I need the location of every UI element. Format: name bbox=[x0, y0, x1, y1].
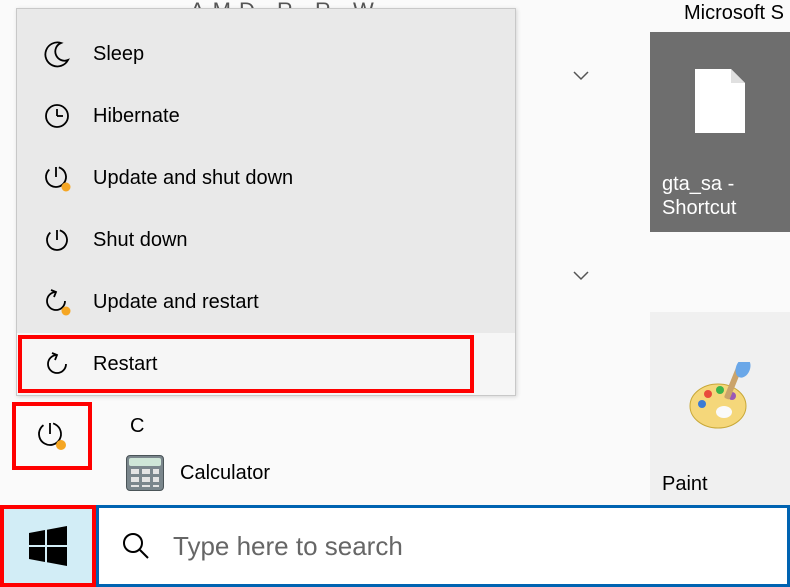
search-icon bbox=[121, 531, 151, 561]
tile-label: Paint bbox=[662, 473, 778, 496]
moon-icon bbox=[39, 40, 75, 68]
tile-gta-shortcut[interactable]: gta_sa - Shortcut bbox=[650, 32, 790, 232]
alpha-group-header[interactable]: C bbox=[130, 415, 144, 438]
search-placeholder: Type here to search bbox=[173, 531, 403, 562]
paint-palette-icon bbox=[684, 362, 756, 434]
search-input[interactable]: Type here to search bbox=[96, 505, 790, 587]
chevron-down-icon[interactable] bbox=[572, 270, 590, 282]
menu-item-update-shutdown[interactable]: Update and shut down bbox=[17, 147, 515, 209]
menu-item-sleep[interactable]: Sleep bbox=[17, 23, 515, 85]
restart-update-icon bbox=[39, 287, 75, 317]
calculator-icon bbox=[126, 455, 164, 491]
menu-item-hibernate[interactable]: Hibernate bbox=[17, 85, 515, 147]
menu-item-label: Shut down bbox=[93, 229, 188, 252]
highlight-power-button bbox=[12, 402, 92, 470]
truncated-tile-text: Microsoft S bbox=[684, 2, 784, 25]
power-update-icon bbox=[39, 163, 75, 193]
menu-item-label: Sleep bbox=[93, 43, 144, 66]
highlight-start-button bbox=[0, 505, 96, 587]
menu-item-label: Update and restart bbox=[93, 291, 259, 314]
tile-label: gta_sa - Shortcut bbox=[662, 172, 778, 220]
taskbar: Type here to search bbox=[0, 505, 790, 587]
menu-item-update-restart[interactable]: Update and restart bbox=[17, 271, 515, 333]
file-icon bbox=[693, 67, 747, 135]
menu-item-label: Hibernate bbox=[93, 105, 180, 128]
tile-paint[interactable]: Paint bbox=[650, 312, 790, 508]
power-icon bbox=[39, 226, 75, 254]
chevron-down-icon[interactable] bbox=[572, 70, 590, 82]
menu-item-shutdown[interactable]: Shut down bbox=[17, 209, 515, 271]
menu-item-label: Update and shut down bbox=[93, 167, 293, 190]
highlight-restart bbox=[18, 335, 474, 393]
clock-icon bbox=[39, 102, 75, 130]
start-app-calculator[interactable]: Calculator bbox=[126, 455, 270, 491]
start-app-label: Calculator bbox=[180, 462, 270, 485]
